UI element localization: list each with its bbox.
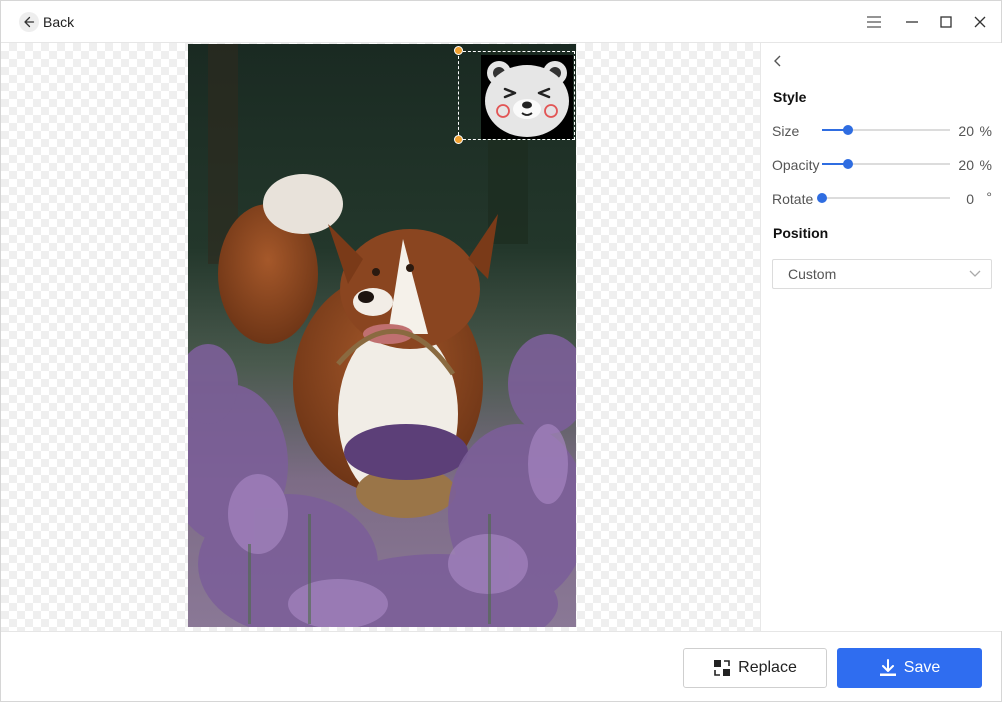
- watermark-selection[interactable]: [458, 51, 575, 140]
- rotate-slider[interactable]: [817, 193, 950, 203]
- maximize-icon: [940, 16, 952, 28]
- maximize-button[interactable]: [935, 11, 957, 33]
- size-label: Size: [772, 123, 800, 139]
- opacity-slider-thumb[interactable]: [842, 159, 853, 169]
- collapse-panel-button[interactable]: [770, 53, 786, 69]
- size-value: 20: [958, 123, 974, 139]
- back-label: Back: [43, 14, 75, 30]
- chevron-down-icon: [969, 270, 981, 277]
- settings-panel: Style Size 20 % Opacity 20 % Rotate 0 ° …: [762, 43, 1002, 631]
- save-label: Save: [903, 659, 941, 676]
- rotate-label: Rotate: [772, 191, 814, 207]
- position-select[interactable]: Custom: [772, 259, 992, 289]
- menu-icon: [867, 16, 881, 28]
- replace-button[interactable]: Replace: [683, 648, 827, 688]
- replace-icon: [714, 660, 731, 676]
- opacity-value: 20: [958, 157, 974, 173]
- resize-handle-bottom-left[interactable]: [454, 135, 463, 144]
- app-window: Back Style Size 20 % Opacity 20 % Rotate…: [0, 0, 1002, 702]
- minimize-button[interactable]: [901, 11, 923, 33]
- rotate-slider-thumb[interactable]: [817, 193, 827, 203]
- size-slider[interactable]: [822, 125, 950, 135]
- resize-handle-top-left[interactable]: [454, 46, 463, 55]
- menu-button[interactable]: [863, 11, 885, 33]
- rotate-unit: °: [986, 189, 992, 205]
- back-button[interactable]: Back: [19, 11, 74, 33]
- bear-face-icon: [485, 61, 569, 137]
- preview-canvas: [1, 43, 761, 631]
- opacity-slider[interactable]: [822, 159, 950, 169]
- title-bar: Back: [1, 1, 1001, 43]
- replace-label: Replace: [738, 659, 797, 676]
- download-icon: [879, 659, 896, 676]
- chevron-left-icon: [774, 55, 781, 67]
- close-button[interactable]: [969, 11, 991, 33]
- footer-bar: Replace Save: [1, 631, 1001, 701]
- rotate-value: 0: [966, 191, 974, 207]
- minimize-icon: [906, 21, 918, 23]
- opacity-unit: %: [979, 157, 992, 173]
- save-button[interactable]: Save: [837, 648, 982, 688]
- position-section-title: Position: [773, 225, 829, 241]
- opacity-label: Opacity: [772, 157, 820, 173]
- watermark-image: [481, 55, 573, 139]
- arrow-left-icon: [19, 12, 39, 32]
- close-icon: [974, 16, 986, 28]
- size-unit: %: [979, 123, 992, 139]
- position-select-value: Custom: [788, 266, 837, 282]
- size-slider-thumb[interactable]: [842, 125, 853, 135]
- style-section-title: Style: [773, 89, 807, 105]
